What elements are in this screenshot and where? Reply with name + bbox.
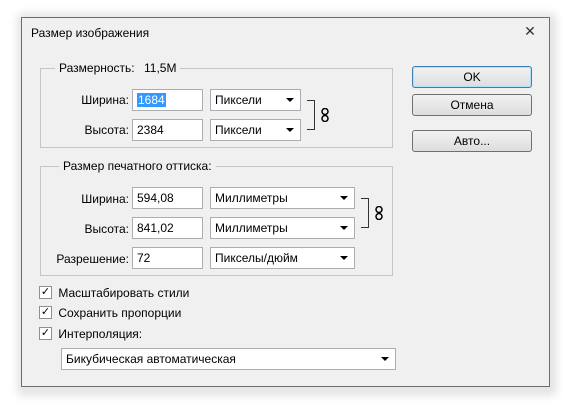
resolution-value: 72 <box>137 251 151 265</box>
doc-height-unit: Миллиметры <box>215 221 288 235</box>
document-size-legend: Размер печатного оттиска: <box>59 159 216 173</box>
chevron-down-icon <box>340 196 348 200</box>
pixel-dimensions-legend: Размерность: 11,5M <box>55 61 181 75</box>
pixel-dimensions-label: Размерность: <box>59 61 135 75</box>
doc-constrain-bracket <box>361 198 369 228</box>
title-bar: Размер изображения ✕ <box>22 18 549 46</box>
resample-method: Бикубическая автоматическая <box>66 352 236 366</box>
scale-styles-label: Масштабировать стили <box>58 285 190 300</box>
cancel-button[interactable]: Отмена <box>412 94 532 116</box>
pixel-dimensions-size: 11,5M <box>143 61 177 75</box>
window-title: Размер изображения <box>31 26 150 40</box>
pixel-height-input[interactable]: 2384 <box>132 119 203 141</box>
resolution-label: Разрешение: <box>56 252 129 266</box>
doc-width-unit-select[interactable]: Миллиметры <box>210 187 355 209</box>
resolution-unit-select[interactable]: Пикселы/дюйм <box>210 247 355 269</box>
resample-label: Интерполяция: <box>58 326 143 341</box>
doc-height-value: 841,02 <box>137 221 174 235</box>
resolution-unit: Пикселы/дюйм <box>215 251 298 265</box>
close-button[interactable]: ✕ <box>519 21 541 41</box>
chevron-down-icon <box>381 357 389 361</box>
resample-option[interactable]: ✓ Интерполяция: <box>39 326 142 342</box>
image-size-dialog: Размер изображения ✕ Размерность: 11,5M … <box>21 17 550 387</box>
chevron-down-icon <box>286 128 294 132</box>
doc-width-label: Ширина: <box>81 192 129 206</box>
constrain-label: Сохранить пропорции <box>58 305 182 320</box>
pixel-width-input[interactable]: 1684 <box>132 89 203 111</box>
doc-width-value: 594,08 <box>137 191 174 205</box>
resample-method-select[interactable]: Бикубическая автоматическая <box>61 348 396 370</box>
scale-styles-checkbox[interactable]: ✓ <box>39 286 52 300</box>
pixel-width-unit-select[interactable]: Пиксели <box>210 89 301 111</box>
pixel-constrain-bracket <box>307 100 315 130</box>
pixel-width-unit: Пиксели <box>215 93 262 107</box>
resample-checkbox[interactable]: ✓ <box>39 327 52 341</box>
doc-height-label: Высота: <box>84 222 129 236</box>
pixel-height-label: Высота: <box>84 123 129 137</box>
pixel-height-value: 2384 <box>137 123 164 137</box>
constrain-option[interactable]: ✓ Сохранить пропорции <box>39 305 181 321</box>
chain-link-icon <box>375 206 383 220</box>
doc-width-unit: Миллиметры <box>215 191 288 205</box>
doc-width-input[interactable]: 594,08 <box>132 187 203 209</box>
doc-height-input[interactable]: 841,02 <box>132 217 203 239</box>
pixel-height-unit-select[interactable]: Пиксели <box>210 119 301 141</box>
chevron-down-icon <box>286 98 294 102</box>
auto-button[interactable]: Авто... <box>412 130 532 152</box>
pixel-height-unit: Пиксели <box>215 123 262 137</box>
chain-link-icon <box>321 108 329 122</box>
chevron-down-icon <box>340 226 348 230</box>
constrain-checkbox[interactable]: ✓ <box>39 306 52 320</box>
scale-styles-option[interactable]: ✓ Масштабировать стили <box>39 285 189 301</box>
ok-button[interactable]: OK <box>412 66 532 88</box>
pixel-width-label: Ширина: <box>81 93 129 107</box>
pixel-width-value: 1684 <box>137 93 166 107</box>
chevron-down-icon <box>340 256 348 260</box>
resolution-input[interactable]: 72 <box>132 247 203 269</box>
doc-height-unit-select[interactable]: Миллиметры <box>210 217 355 239</box>
